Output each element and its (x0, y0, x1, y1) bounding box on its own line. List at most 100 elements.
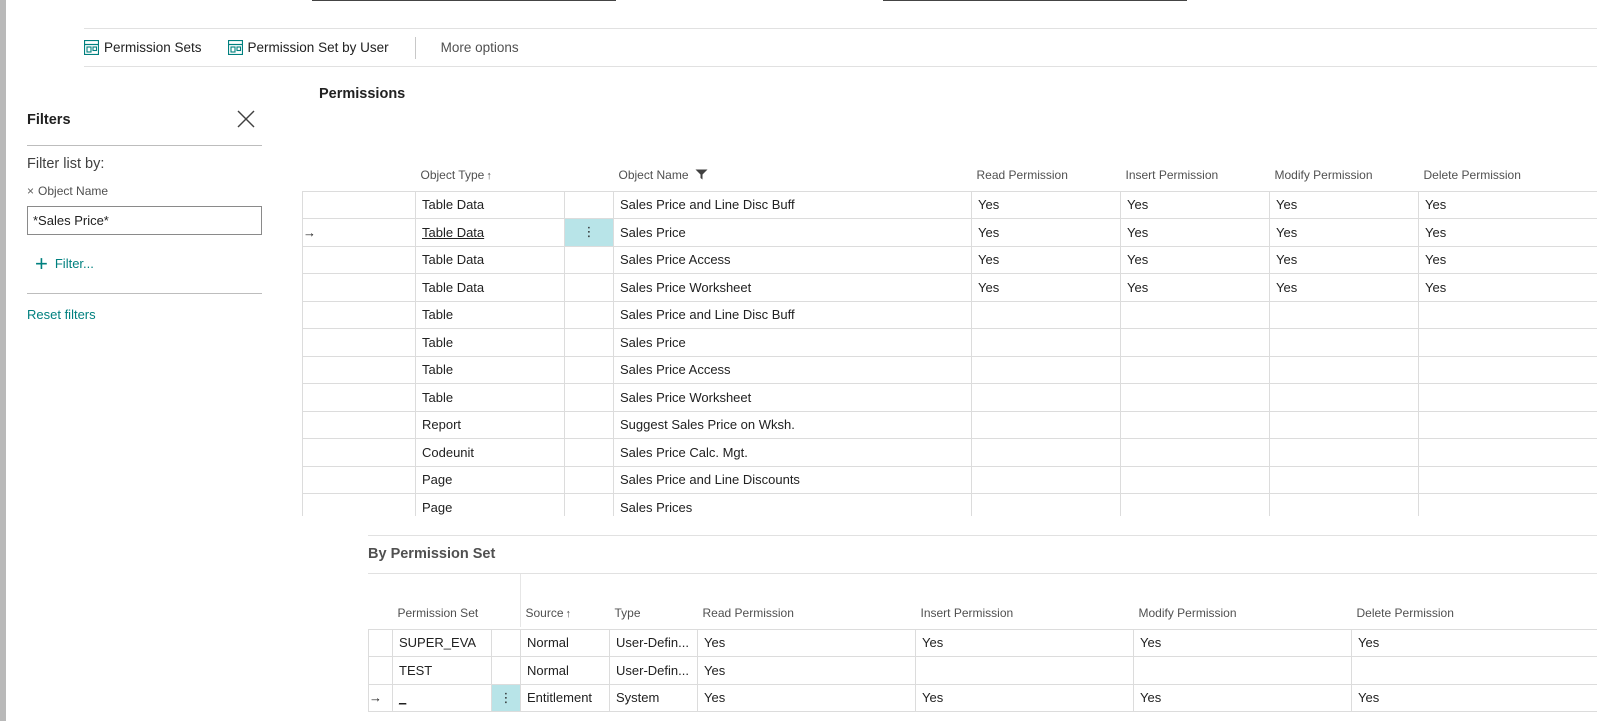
row-actions-button[interactable]: ⋮ (564, 218, 614, 247)
object-name-header-label: Object Name (618, 168, 689, 183)
object-name-cell[interactable]: Sales Price Worksheet (613, 383, 972, 412)
delete-permission-cell (1418, 383, 1597, 412)
table-row[interactable]: Table Data Sales Price and Line Disc Buff… (302, 190, 1597, 219)
add-filter-button[interactable]: + Filter... (35, 252, 94, 274)
object-type-cell[interactable]: Page (415, 493, 565, 516)
remove-filter-icon[interactable]: × (27, 184, 34, 198)
table-row[interactable]: TEST Normal User-Defin... Yes (368, 656, 1597, 685)
column-header-type[interactable]: Type (609, 598, 698, 630)
permissions-title: Permissions (319, 86, 406, 102)
delete-permission-cell: Yes (1418, 218, 1597, 247)
insert-permission-cell (1120, 465, 1270, 494)
object-name-cell[interactable]: Sales Prices (613, 493, 972, 516)
object-type-cell[interactable]: Table Data (415, 273, 565, 302)
table-row[interactable]: Page Sales Prices (302, 493, 1597, 516)
table-row[interactable]: Table Sales Price and Line Disc Buff (302, 300, 1597, 329)
object-type-cell[interactable]: Table (415, 300, 565, 329)
object-name-cell[interactable]: Sales Price and Line Discounts (613, 465, 972, 494)
table-row[interactable]: Codeunit Sales Price Calc. Mgt. (302, 438, 1597, 467)
sort-ascending-icon: ↑ (565, 608, 572, 621)
object-name-filter-input[interactable] (27, 206, 262, 235)
row-selector-header (368, 598, 393, 630)
column-header-insert[interactable]: Insert Permission (1120, 160, 1270, 192)
object-type-cell[interactable]: Table (415, 355, 565, 384)
table-row[interactable]: Report Suggest Sales Price on Wksh. (302, 410, 1597, 439)
object-type-cell[interactable]: Table Data (415, 245, 565, 274)
object-type-cell[interactable]: Codeunit (415, 438, 565, 467)
table-row[interactable]: Table Sales Price (302, 328, 1597, 357)
modify-permission-cell (1269, 355, 1419, 384)
row-spacer (564, 355, 614, 384)
column-header-source[interactable]: Source ↑ (520, 598, 610, 630)
modify-permission-cell: Yes (1269, 245, 1419, 274)
permission-set-link[interactable]: SUPER_EVA (392, 628, 492, 657)
divider (27, 293, 262, 294)
object-name-cell[interactable]: Suggest Sales Price on Wksh. (613, 410, 972, 439)
object-type-cell[interactable]: Table (415, 328, 565, 357)
column-header-delete[interactable]: Delete Permission (1418, 160, 1597, 192)
source-header-label: Source (525, 606, 564, 621)
row-selector (368, 628, 393, 657)
insert-permission-cell: Yes (1120, 245, 1270, 274)
top-field-underline (883, 0, 1187, 1)
table-row[interactable]: SUPER_EVA Normal User-Defin... Yes Yes Yes Yes (368, 628, 1597, 657)
object-name-cell[interactable]: Sales Price and Line Disc Buff (613, 190, 972, 219)
column-header-permission-set[interactable]: Permission Set (392, 598, 492, 630)
insert-permission-cell: Yes (915, 628, 1134, 657)
object-type-cell[interactable]: Report (415, 410, 565, 439)
insert-permission-cell (1120, 438, 1270, 467)
row-selector (302, 493, 416, 516)
column-header-object-name[interactable]: Object Name (613, 160, 972, 192)
column-spacer-header (564, 160, 614, 192)
row-selector (302, 438, 416, 467)
modify-permission-cell: Yes (1133, 683, 1352, 712)
permission-set-link[interactable]: _ (392, 683, 492, 712)
object-name-cell[interactable]: Sales Price and Line Disc Buff (613, 300, 972, 329)
permission-set-by-user-action[interactable]: Permission Set by User (227, 29, 389, 66)
modify-permission-cell (1269, 465, 1419, 494)
object-type-cell[interactable]: Table Data (415, 190, 565, 219)
object-type-cell[interactable]: Table (415, 383, 565, 412)
permission-set-link[interactable]: TEST (392, 656, 492, 685)
reset-filters-link[interactable]: Reset filters (27, 307, 96, 322)
source-cell: Entitlement (520, 683, 610, 712)
delete-permission-cell (1418, 493, 1597, 516)
more-options-button[interactable]: More options (441, 40, 519, 55)
object-name-cell[interactable]: Sales Price Calc. Mgt. (613, 438, 972, 467)
window-edge (0, 0, 6, 721)
permission-sets-label: Permission Sets (104, 40, 202, 55)
object-name-cell[interactable]: Sales Price (613, 218, 972, 247)
type-cell: System (609, 683, 698, 712)
table-row[interactable]: Page Sales Price and Line Discounts (302, 465, 1597, 494)
table-row[interactable]: Table Data Sales Price Worksheet Yes Yes Yes… (302, 273, 1597, 302)
column-header-delete[interactable]: Delete Permission (1351, 598, 1597, 630)
object-name-cell[interactable]: Sales Price Worksheet (613, 273, 972, 302)
object-name-cell[interactable]: Sales Price (613, 328, 972, 357)
modify-permission-cell (1133, 656, 1352, 685)
table-row[interactable]: → _ ⋮ Entitlement System Yes Yes Yes Yes (368, 683, 1597, 712)
read-permission-cell (971, 493, 1121, 516)
column-header-modify[interactable]: Modify Permission (1133, 598, 1352, 630)
column-header-object-type[interactable]: Object Type ↑ (415, 160, 565, 192)
table-row[interactable]: → Table Data ⋮ Sales Price Yes Yes Yes Yes (302, 218, 1597, 247)
row-spacer (564, 273, 614, 302)
row-actions-button[interactable]: ⋮ (491, 683, 521, 712)
permission-sets-action[interactable]: Permission Sets (84, 29, 202, 66)
column-header-read[interactable]: Read Permission (971, 160, 1121, 192)
insert-permission-cell (1120, 300, 1270, 329)
table-row[interactable]: Table Sales Price Worksheet (302, 383, 1597, 412)
column-header-insert[interactable]: Insert Permission (915, 598, 1134, 630)
read-permission-cell: Yes (971, 190, 1121, 219)
object-name-cell[interactable]: Sales Price Access (613, 355, 972, 384)
object-name-cell[interactable]: Sales Price Access (613, 245, 972, 274)
table-row[interactable]: Table Sales Price Access (302, 355, 1597, 384)
object-type-cell[interactable]: Table Data (415, 218, 565, 247)
column-header-modify[interactable]: Modify Permission (1269, 160, 1419, 192)
close-icon[interactable] (235, 108, 257, 130)
object-type-cell[interactable]: Page (415, 465, 565, 494)
table-row[interactable]: Table Data Sales Price Access Yes Yes Yes Yes (302, 245, 1597, 274)
column-header-read[interactable]: Read Permission (697, 598, 916, 630)
read-permission-cell (971, 383, 1121, 412)
filter-list-by-label: Filter list by: (27, 156, 105, 172)
row-selector (302, 190, 416, 219)
